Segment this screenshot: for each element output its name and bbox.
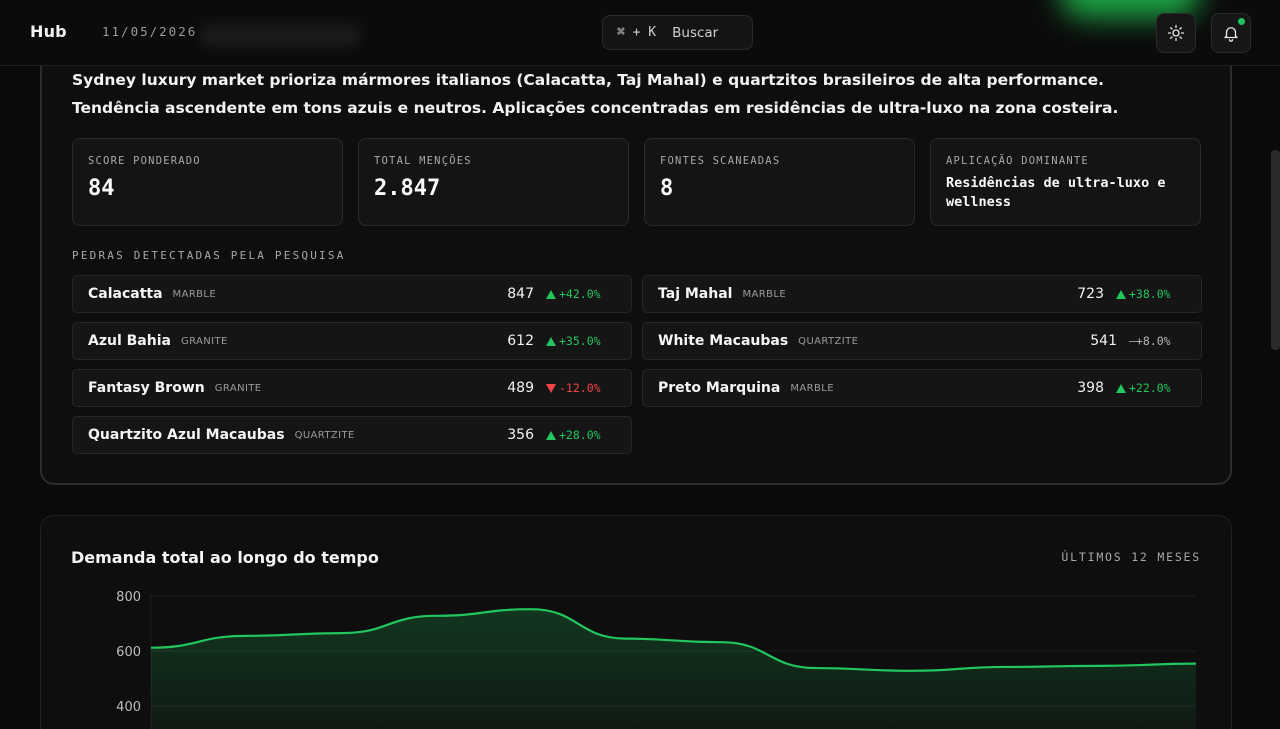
demand-data-point[interactable] <box>1003 664 1009 670</box>
search-label: Buscar <box>672 24 719 41</box>
market-analysis-card: Sydney luxury market prioriza mármores i… <box>40 40 1232 485</box>
demand-data-point[interactable] <box>148 645 154 651</box>
metric-weighted-score: SCORE PONDERADO 84 <box>72 138 343 226</box>
demand-data-point[interactable] <box>1098 663 1104 669</box>
stone-change: +38.0% <box>1129 287 1171 301</box>
stone-row[interactable]: White Macaubas QUARTZITE 541 —+8.0% <box>642 322 1202 360</box>
stone-name: Quartzito Azul Macaubas <box>88 427 285 443</box>
demand-data-point[interactable] <box>338 630 344 636</box>
stone-name: Preto Marquina <box>658 380 781 396</box>
scrollbar[interactable] <box>1271 150 1280 350</box>
stone-change: +22.0% <box>1129 381 1171 395</box>
blurred-breadcrumb <box>200 24 360 46</box>
demand-data-point[interactable] <box>813 665 819 671</box>
metric-value: 84 <box>88 176 115 201</box>
metric-label: TOTAL MENÇÕES <box>374 155 472 167</box>
y-tick-label: 600 <box>116 645 141 660</box>
stone-change: —+8.0% <box>1129 334 1171 348</box>
notification-dot <box>1238 18 1245 25</box>
stone-type: QUARTZITE <box>294 429 355 441</box>
stone-type: MARBLE <box>790 382 834 394</box>
search-button[interactable]: ⌘ + K Buscar <box>602 15 753 50</box>
stone-change: +42.0% <box>559 287 601 301</box>
metric-total-mentions: TOTAL MENÇÕES 2.847 <box>358 138 629 226</box>
demand-area-chart: 400 600 800 <box>116 590 1199 729</box>
metric-value: Residências de ultra-luxo e wellness <box>946 175 1166 210</box>
stone-change: +35.0% <box>559 334 601 348</box>
metric-scanned-sources: FONTES SCANEADAS 8 <box>644 138 915 226</box>
current-date: 11/05/2026 <box>102 24 198 39</box>
demand-data-point[interactable] <box>1193 661 1199 667</box>
demand-data-point[interactable] <box>528 606 534 612</box>
stone-type: MARBLE <box>742 288 787 300</box>
stone-type: MARBLE <box>172 288 217 300</box>
metric-label: APLICAÇÃO DOMINANTE <box>946 155 1089 167</box>
metric-value: 2.847 <box>374 176 441 201</box>
stone-name: Fantasy Brown <box>88 380 205 396</box>
demand-area-fill <box>151 609 1196 729</box>
trend-down-icon <box>546 383 556 393</box>
stone-row[interactable]: Azul Bahia GRANITE 612 +35.0% <box>72 322 632 360</box>
sun-icon <box>1167 24 1185 42</box>
trend-up-icon <box>546 336 556 346</box>
stone-mentions: 723 <box>1077 286 1104 302</box>
stone-name: White Macaubas <box>658 333 789 349</box>
stone-mentions: 356 <box>507 427 534 443</box>
stone-row[interactable]: Preto Marquina MARBLE 398 +22.0% <box>642 369 1202 407</box>
notifications-button[interactable] <box>1211 13 1251 53</box>
stone-change: -12.0% <box>559 381 601 395</box>
y-tick-label: 400 <box>116 700 141 715</box>
demand-chart-card: Demanda total ao longo do tempo ÚLTIMOS … <box>40 515 1232 729</box>
metric-label: SCORE PONDERADO <box>88 155 201 167</box>
brand-logo[interactable]: Hub <box>30 22 67 41</box>
stones-list: Calacatta MARBLE 847 +42.0% Taj Mahal MARBLE 7… <box>72 275 1202 454</box>
stone-name: Calacatta <box>88 286 163 302</box>
stone-name: Azul Bahia <box>88 333 171 349</box>
trend-up-icon <box>546 289 556 299</box>
stone-type: QUARTZITE <box>798 335 859 347</box>
trend-up-icon <box>1116 383 1126 393</box>
stone-mentions: 612 <box>507 333 534 349</box>
stone-mentions: 541 <box>1090 333 1117 349</box>
metrics-row: SCORE PONDERADO 84 TOTAL MENÇÕES 2.847 F… <box>72 138 1201 226</box>
metric-label: FONTES SCANEADAS <box>660 155 781 167</box>
trend-up-icon <box>546 430 556 440</box>
top-bar: Hub 11/05/2026 ⌘ + K Buscar <box>0 0 1280 66</box>
theme-toggle-button[interactable] <box>1156 13 1196 53</box>
y-tick-label: 800 <box>116 590 141 605</box>
stone-row[interactable]: Fantasy Brown GRANITE 489 -12.0% <box>72 369 632 407</box>
trend-up-icon <box>1116 289 1126 299</box>
demand-data-point[interactable] <box>433 613 439 619</box>
demand-data-point[interactable] <box>718 639 724 645</box>
metric-dominant-application: APLICAÇÃO DOMINANTE Residências de ultra… <box>930 138 1201 226</box>
stone-mentions: 489 <box>507 380 534 396</box>
stone-type: GRANITE <box>214 382 262 394</box>
stone-change: +28.0% <box>559 428 601 442</box>
stone-row[interactable]: Calacatta MARBLE 847 +42.0% <box>72 275 632 313</box>
stone-row[interactable]: Taj Mahal MARBLE 723 +38.0% <box>642 275 1202 313</box>
search-shortcut: ⌘ + K <box>617 25 657 40</box>
stones-section-title: PEDRAS DETECTADAS PELA PESQUISA <box>72 249 346 262</box>
bell-icon <box>1224 27 1238 42</box>
market-summary: Sydney luxury market prioriza mármores i… <box>72 71 1119 117</box>
demand-data-point[interactable] <box>908 668 914 674</box>
stone-mentions: 398 <box>1077 380 1104 396</box>
stone-row[interactable]: Quartzito Azul Macaubas QUARTZITE 356 +28.0… <box>72 416 632 454</box>
stone-name: Taj Mahal <box>658 286 733 302</box>
demand-data-point[interactable] <box>623 636 629 642</box>
demand-data-point[interactable] <box>243 633 249 639</box>
stone-mentions: 847 <box>507 286 534 302</box>
metric-value: 8 <box>660 176 674 201</box>
stone-type: GRANITE <box>180 335 228 347</box>
